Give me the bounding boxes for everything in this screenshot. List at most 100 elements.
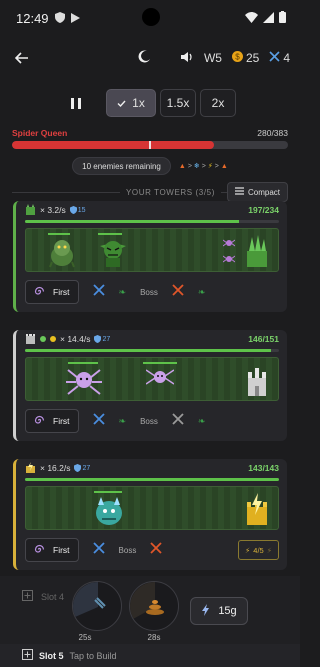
upcoming-elements: ▲ > ❄ > ⚡ > ▲ [178, 162, 228, 171]
ability-cooldown-2: 28s [147, 633, 161, 642]
clock: 12:49 [16, 10, 49, 26]
tower-armor: 27 [74, 464, 90, 472]
target-priority-button[interactable]: First [25, 409, 79, 433]
speed-2x-button[interactable]: 2x [200, 89, 236, 117]
boss-health: Spider Queen 280/383 [0, 128, 300, 149]
coins-indicator: $ 25 [231, 51, 259, 65]
lightning-tower-icon [25, 461, 36, 475]
enemies-remaining-chip: 10 enemies remaining [72, 157, 171, 175]
fire-icon: ▲ [220, 162, 228, 170]
blue-sword-icon[interactable] [92, 541, 105, 559]
enemy-hp-bar [68, 362, 98, 364]
boss-hp-fill [12, 141, 214, 149]
tower-hp-fill [25, 478, 279, 481]
tower-hp-text: 146/151 [248, 334, 279, 344]
svg-text:$: $ [235, 52, 240, 61]
top-app-bar: W5 $ 25 4 [0, 36, 300, 80]
back-arrow-icon[interactable] [12, 48, 32, 68]
enemy-hp-bar [98, 233, 122, 235]
enemy-hp-bar [143, 362, 177, 364]
fire-icon: ▲ [178, 162, 186, 170]
battlefield-lane [25, 486, 279, 530]
coin-icon: $ [231, 51, 243, 65]
empty-slot-5[interactable]: Slot 5 Tap to Build [0, 644, 300, 667]
swords-indicator: 4 [269, 51, 290, 65]
wind-icon[interactable]: ❧ [119, 416, 127, 427]
wind-icon[interactable]: ❧ [198, 287, 206, 298]
moon-icon[interactable] [138, 50, 151, 66]
lightning-icon [201, 603, 210, 619]
element-dot-icon [40, 336, 46, 342]
volume-icon[interactable] [180, 51, 194, 66]
speed-1x-button[interactable]: 1x [106, 89, 156, 117]
spiral-icon [34, 415, 45, 428]
target-priority-button[interactable]: First [25, 280, 79, 304]
tower-hp-bar [25, 220, 279, 223]
battlefield-lane [25, 357, 279, 401]
play-store-icon [70, 11, 80, 26]
spider-enemy-icon [222, 251, 236, 269]
tower-armor: 27 [94, 335, 110, 343]
lightning-icon: ⚡ [266, 545, 272, 555]
tower-rate: × 14.4/s [60, 334, 91, 344]
wave-indicator: W5 [203, 51, 222, 65]
spiral-icon [34, 544, 45, 557]
tower-hp-fill [25, 349, 271, 352]
stone-tower-icon [25, 333, 36, 346]
spider-enemy-icon [145, 366, 175, 393]
wind-icon[interactable]: ❧ [198, 416, 206, 427]
boss-label: Boss [140, 416, 158, 426]
frost-beast-enemy-icon [92, 495, 126, 534]
goblin-enemy-icon [98, 238, 128, 273]
empty-slot-4[interactable]: Slot 4 [22, 590, 64, 603]
blue-sword-icon[interactable] [92, 283, 105, 301]
tower-hp-text: 197/234 [248, 205, 279, 215]
lightning-icon: ⚡ [245, 545, 251, 555]
tower-card-3[interactable]: × 16.2/s 27 143/143 First Boss ⚡ 4/5 ⚡ [13, 459, 287, 570]
red-sword-icon[interactable] [150, 541, 162, 559]
tower-card-1[interactable]: × 3.2/s 15 197/234 First ❧ Boss ❧ [13, 201, 287, 312]
boss-name: Spider Queen [12, 128, 68, 138]
spider-queen-enemy-icon [66, 366, 102, 405]
boss-phase-marker [149, 141, 151, 149]
enemy-info-row: 10 enemies remaining ▲ > ❄ > ⚡ > ▲ [0, 157, 300, 175]
nature-tower-sprite-icon [244, 233, 270, 272]
battery-icon [279, 10, 286, 26]
lightning-tower-sprite-icon [244, 491, 270, 530]
towers-section-title: YOUR TOWERS (3/5) [125, 187, 215, 197]
tower-card-2[interactable]: × 14.4/s 27 146/151 First ❧ Boss ❧ [13, 330, 287, 441]
shield-status-icon [54, 11, 65, 26]
crossed-swords-icon [269, 51, 280, 65]
tower-rate: × 16.2/s [40, 463, 71, 473]
wind-icon[interactable]: ❧ [119, 287, 127, 298]
orc-enemy-icon [48, 238, 76, 273]
add-icon [22, 649, 33, 662]
lightning-cast-button[interactable]: 15g [190, 597, 248, 625]
boss-label: Boss [140, 287, 158, 297]
ability-cooldown-1: 25s [78, 633, 92, 642]
status-bar: 12:49 [0, 0, 300, 36]
boss-hp-text: 280/383 [257, 128, 288, 138]
enemy-hp-bar [48, 233, 70, 235]
stone-tower-sprite-icon [244, 362, 270, 401]
boss-hp-bar [12, 141, 288, 149]
tower-level-badge[interactable]: ⚡ 4/5 ⚡ [238, 540, 279, 560]
enemy-hp-bar [94, 491, 122, 493]
target-priority-button[interactable]: First [25, 538, 79, 562]
compact-toggle-button[interactable]: Compact [226, 182, 288, 202]
pause-button[interactable] [62, 89, 90, 117]
lightning-icon: ⚡ [207, 163, 213, 170]
add-icon [22, 590, 33, 603]
towers-section-header: YOUR TOWERS (3/5) Compact [0, 181, 300, 203]
speed-controls: 1x 1.5x 2x [0, 80, 300, 126]
speed-1-5x-button[interactable]: 1.5x [160, 89, 196, 117]
red-sword-icon[interactable] [172, 283, 184, 301]
wifi-icon [245, 11, 258, 26]
ability-dial-1[interactable] [72, 581, 122, 631]
ability-dial-2[interactable] [129, 581, 179, 631]
blue-sword-icon[interactable] [92, 412, 105, 430]
check-icon [117, 96, 126, 110]
gray-sword-icon[interactable] [172, 412, 184, 430]
boss-label: Boss [118, 545, 137, 555]
signal-icon [263, 11, 274, 26]
